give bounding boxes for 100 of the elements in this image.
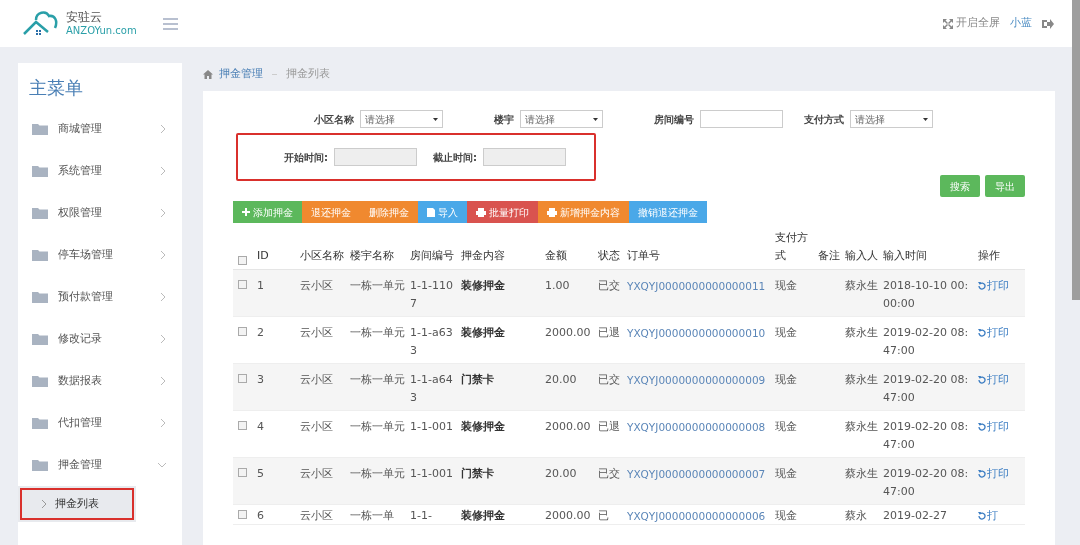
toolbar-button[interactable]: 删除押金 — [360, 201, 418, 223]
order-number-link[interactable]: YXQYJ0000000000000006 — [627, 510, 766, 522]
table-cell: 现金 — [775, 279, 797, 292]
date-field[interactable] — [483, 148, 566, 166]
print-link[interactable]: 打印 — [978, 279, 1009, 292]
search-button[interactable]: 搜索 — [940, 175, 980, 197]
table-cell: 2019-02-20 08:47:00 — [883, 420, 969, 451]
row-checkbox[interactable] — [238, 421, 247, 430]
order-number-link[interactable]: YXQYJ0000000000000008 — [627, 421, 766, 433]
export-button[interactable]: 导出 — [985, 175, 1025, 197]
table-cell: 现金 — [775, 467, 797, 480]
sidebar-item[interactable]: 修改记录 — [18, 318, 182, 360]
filter-label: 楼宇 — [494, 112, 514, 127]
sidebar-item[interactable]: 商城管理 — [18, 108, 182, 150]
print-link[interactable]: 打印 — [978, 326, 1009, 339]
logo-domain: ANZOYun.com — [66, 26, 137, 36]
menu-icon[interactable] — [162, 17, 178, 30]
table-cell: 现金 — [775, 509, 797, 522]
row-checkbox[interactable] — [238, 510, 247, 519]
chevron-down-icon — [158, 462, 166, 468]
row-checkbox[interactable] — [238, 280, 247, 289]
column-header: 小区名称 — [300, 249, 344, 262]
table-cell: 装修押金 — [461, 279, 505, 292]
column-header: 备注 — [818, 249, 840, 262]
sidebar-item[interactable]: 权限管理 — [18, 192, 182, 234]
scrollbar-thumb[interactable] — [1072, 0, 1080, 300]
chevron-right-icon — [161, 293, 166, 301]
toolbar-button[interactable]: 导入 — [418, 201, 467, 223]
table-cell: 现金 — [775, 420, 797, 433]
print-link[interactable]: 打印 — [978, 467, 1009, 480]
table-cell: 蔡永生 — [845, 326, 878, 339]
fullscreen-link[interactable]: 开启全屏 — [956, 15, 1000, 32]
folder-icon — [32, 459, 48, 471]
logout-icon[interactable] — [1042, 18, 1054, 29]
toolbar-button[interactable]: 撤销退还押金 — [629, 201, 707, 223]
table-cell: 现金 — [775, 373, 797, 386]
table-cell: 5 — [257, 467, 264, 480]
toolbar-button[interactable]: 添加押金 — [233, 201, 302, 223]
order-number-link[interactable]: YXQYJ0000000000000010 — [627, 327, 766, 339]
table-cell: 云小区 — [300, 279, 333, 292]
column-header: 订单号 — [627, 249, 660, 262]
header-checkbox[interactable] — [238, 256, 247, 265]
select-field[interactable]: 请选择 — [850, 110, 933, 128]
table-cell: 2000.00 — [545, 326, 591, 339]
date-field[interactable] — [334, 148, 417, 166]
chevron-right-icon — [161, 125, 166, 133]
table-cell: 一栋一单 — [350, 509, 394, 522]
rotate-icon — [978, 376, 986, 384]
row-checkbox[interactable] — [238, 374, 247, 383]
sidebar-item[interactable]: 停车场管理 — [18, 234, 182, 276]
breadcrumb-item[interactable]: 押金管理 — [219, 65, 263, 83]
folder-icon — [32, 375, 48, 387]
sidebar-item[interactable]: 预付款管理 — [18, 276, 182, 318]
sidebar-item[interactable]: 数据报表 — [18, 360, 182, 402]
column-header: 状态 — [598, 249, 620, 262]
folder-icon — [32, 165, 48, 177]
expand-icon[interactable] — [943, 18, 953, 29]
print-link[interactable]: 打 — [978, 509, 998, 522]
row-checkbox[interactable] — [238, 468, 247, 477]
table-cell: 1-1- — [410, 509, 432, 522]
order-number-link[interactable]: YXQYJ0000000000000007 — [627, 468, 766, 480]
filter-label: 开始时间: — [284, 150, 328, 165]
table-cell: 装修押金 — [461, 420, 505, 433]
toolbar-button[interactable]: 退还押金 — [302, 201, 360, 223]
sidebar-item[interactable]: 押金管理 — [18, 444, 182, 486]
table-cell: 蔡永生 — [845, 279, 878, 292]
sidebar-item[interactable]: 代扣管理 — [18, 402, 182, 444]
print-link[interactable]: 打印 — [978, 373, 1009, 386]
table-cell: 蔡永生 — [845, 373, 878, 386]
column-header: 支付方式 — [775, 231, 808, 262]
chevron-right-icon — [161, 209, 166, 217]
toolbar-button[interactable]: 批量打印 — [467, 201, 538, 223]
home-icon — [203, 69, 213, 79]
input-field[interactable] — [700, 110, 783, 128]
column-header: 金额 — [545, 249, 567, 262]
table-cell: 一栋一单元 — [350, 420, 405, 433]
sidebar-item[interactable]: 系统管理 — [18, 150, 182, 192]
table-cell: 云小区 — [300, 467, 333, 480]
row-checkbox[interactable] — [238, 327, 247, 336]
select-field[interactable]: 请选择 — [520, 110, 603, 128]
column-header: 押金内容 — [461, 249, 505, 262]
print-link[interactable]: 打印 — [978, 420, 1009, 433]
table-cell: 云小区 — [300, 509, 333, 522]
user-name-link[interactable]: 小蓝 — [1010, 15, 1032, 32]
rotate-icon — [978, 423, 986, 431]
sidebar-subitem[interactable]: 押金列表 — [18, 486, 136, 522]
rotate-icon — [978, 470, 986, 478]
order-number-link[interactable]: YXQYJ0000000000000011 — [627, 280, 766, 292]
table-cell: 1-1-a643 — [410, 373, 453, 404]
table-cell: 2000.00 — [545, 509, 591, 522]
table-cell: 2000.00 — [545, 420, 591, 433]
order-number-link[interactable]: YXQYJ0000000000000009 — [627, 374, 766, 386]
table-cell: 6 — [257, 509, 264, 522]
chevron-right-icon — [161, 251, 166, 259]
caret-icon — [923, 117, 928, 121]
table-cell: 现金 — [775, 326, 797, 339]
toolbar-button[interactable]: 新增押金内容 — [538, 201, 629, 223]
rotate-icon — [978, 282, 986, 290]
select-field[interactable]: 请选择 — [360, 110, 443, 128]
printer-icon — [476, 207, 486, 217]
